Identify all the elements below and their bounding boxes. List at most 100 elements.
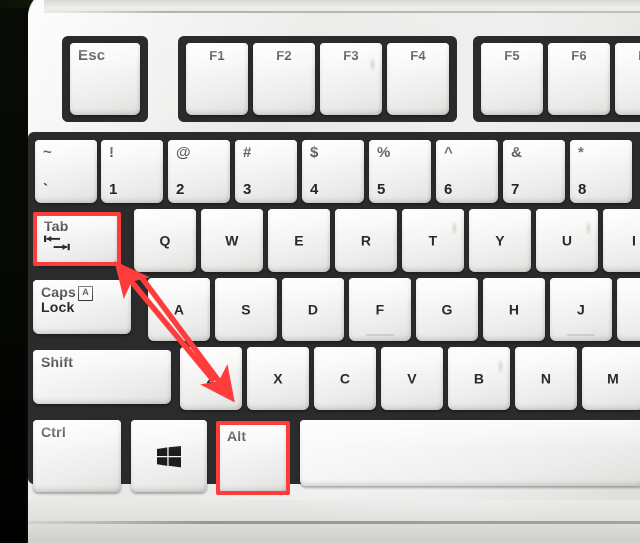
- key-6[interactable]: ^ 6: [436, 140, 498, 203]
- key-f1-label: F1: [209, 48, 225, 63]
- key-w[interactable]: W: [201, 209, 263, 272]
- key-w-label: W: [225, 232, 239, 249]
- key-k-label: K: [617, 302, 640, 317]
- highlight-box-tab: [33, 212, 121, 266]
- foliage-shadow-gradient: [0, 0, 26, 543]
- key-8[interactable]: * 8: [570, 140, 632, 203]
- key-f3[interactable]: F3: [320, 43, 382, 115]
- key-x-label: X: [273, 370, 283, 387]
- key-`[interactable]: ~ `: [35, 140, 97, 203]
- key-6-shift-label: ^: [444, 144, 453, 161]
- key-y[interactable]: Y: [469, 209, 531, 272]
- key-d[interactable]: D: [282, 278, 344, 341]
- key-esc-label: Esc: [78, 47, 106, 64]
- key-d-label: D: [307, 301, 319, 318]
- key-windows-icon[interactable]: [131, 420, 207, 492]
- key-v-label: V: [407, 370, 417, 387]
- key-j-homing-bump: [567, 334, 595, 336]
- key-m-label: M: [607, 370, 619, 387]
- key-f6[interactable]: F6: [548, 43, 610, 115]
- key-y-label: Y: [495, 232, 505, 249]
- key-a[interactable]: A: [148, 278, 210, 341]
- key-7-shift-label: &: [511, 144, 522, 161]
- key-3-shift-label: #: [243, 144, 252, 161]
- key-m[interactable]: M: [582, 347, 640, 410]
- key-e[interactable]: E: [268, 209, 330, 272]
- key-r-label: R: [360, 232, 372, 249]
- key-u-label: U: [561, 232, 573, 249]
- key-i-label: I: [631, 232, 637, 249]
- key-caps-lock-label: Caps Lock: [41, 284, 77, 315]
- key-f5[interactable]: F5: [481, 43, 543, 115]
- key-1-shift-label: !: [109, 144, 114, 161]
- key-8-shift-label: *: [578, 144, 584, 161]
- key-f7[interactable]: F7: [615, 43, 640, 115]
- key-t[interactable]: T: [402, 209, 464, 272]
- key-`-base-label: `: [43, 181, 48, 198]
- key-e-label: E: [294, 232, 304, 249]
- key-f6-label: F6: [571, 48, 587, 63]
- key-v[interactable]: V: [381, 347, 443, 410]
- key-8-base-label: 8: [578, 181, 587, 198]
- key-s-label: S: [241, 301, 251, 318]
- key-z[interactable]: Z: [180, 347, 242, 410]
- key-s[interactable]: S: [215, 278, 277, 341]
- caps-lock-indicator-icon: A: [78, 286, 93, 301]
- key-j[interactable]: J: [550, 278, 612, 341]
- keyboard-photo: EscF1F2F3F4F5F6F7~`!1@2#3$4%5^6&7*8Tab Q…: [0, 0, 640, 543]
- space-bar[interactable]: [300, 420, 640, 486]
- windows-icon: [157, 446, 181, 468]
- key-b-label: B: [473, 370, 485, 387]
- key-n-label: N: [540, 370, 552, 387]
- key-caps-lock[interactable]: Caps Lock A: [33, 280, 131, 334]
- key-4[interactable]: $4: [302, 140, 364, 203]
- key-f2[interactable]: F2: [253, 43, 315, 115]
- key-r[interactable]: R: [335, 209, 397, 272]
- key-f4[interactable]: F4: [387, 43, 449, 115]
- key-2-base-label: 2: [176, 181, 185, 198]
- key-2[interactable]: @2: [168, 140, 230, 203]
- key-3[interactable]: #3: [235, 140, 297, 203]
- key-f5-label: F5: [504, 48, 520, 63]
- key-f[interactable]: F: [349, 278, 411, 341]
- key-n[interactable]: N: [515, 347, 577, 410]
- key-c-label: C: [339, 370, 351, 387]
- key-t-label: T: [428, 232, 438, 249]
- key-j-label: J: [577, 301, 585, 318]
- key-i[interactable]: I: [603, 209, 640, 272]
- key-f4-label: F4: [410, 48, 426, 63]
- key-shift-label: Shift: [41, 354, 74, 370]
- key-7[interactable]: & 7: [503, 140, 565, 203]
- key-`-shift-label: ~: [43, 144, 52, 161]
- key-g[interactable]: G: [416, 278, 478, 341]
- key-7-base-label: 7: [511, 181, 520, 198]
- key-h-label: H: [508, 301, 520, 318]
- key-5[interactable]: % 5: [369, 140, 431, 203]
- key-f7-label: F7: [615, 49, 640, 63]
- key-5-shift-label: %: [377, 144, 391, 161]
- key-a-label: A: [173, 301, 185, 318]
- key-6-base-label: 6: [444, 181, 453, 198]
- highlight-box-alt: [216, 421, 290, 495]
- key-q-label: Q: [159, 232, 171, 249]
- key-k[interactable]: K: [617, 278, 640, 341]
- key-b[interactable]: B: [448, 347, 510, 410]
- key-shift[interactable]: Shift: [33, 350, 171, 404]
- key-4-shift-label: $: [310, 144, 319, 161]
- key-x[interactable]: X: [247, 347, 309, 410]
- key-esc[interactable]: Esc: [70, 43, 140, 115]
- key-1-base-label: 1: [109, 181, 118, 198]
- key-f1[interactable]: F1: [186, 43, 248, 115]
- key-z-label: Z: [206, 370, 216, 387]
- key-q[interactable]: Q: [134, 209, 196, 272]
- key-5-base-label: 5: [377, 181, 386, 198]
- key-u[interactable]: U: [536, 209, 598, 272]
- key-h[interactable]: H: [483, 278, 545, 341]
- key-3-base-label: 3: [243, 181, 252, 198]
- key-1[interactable]: ! 1: [101, 140, 163, 203]
- keyboard-top-seam: [60, 11, 640, 13]
- key-c[interactable]: C: [314, 347, 376, 410]
- key-f-label: F: [375, 301, 385, 318]
- key-ctrl[interactable]: Ctrl: [33, 420, 121, 492]
- key-4-base-label: 4: [310, 181, 319, 198]
